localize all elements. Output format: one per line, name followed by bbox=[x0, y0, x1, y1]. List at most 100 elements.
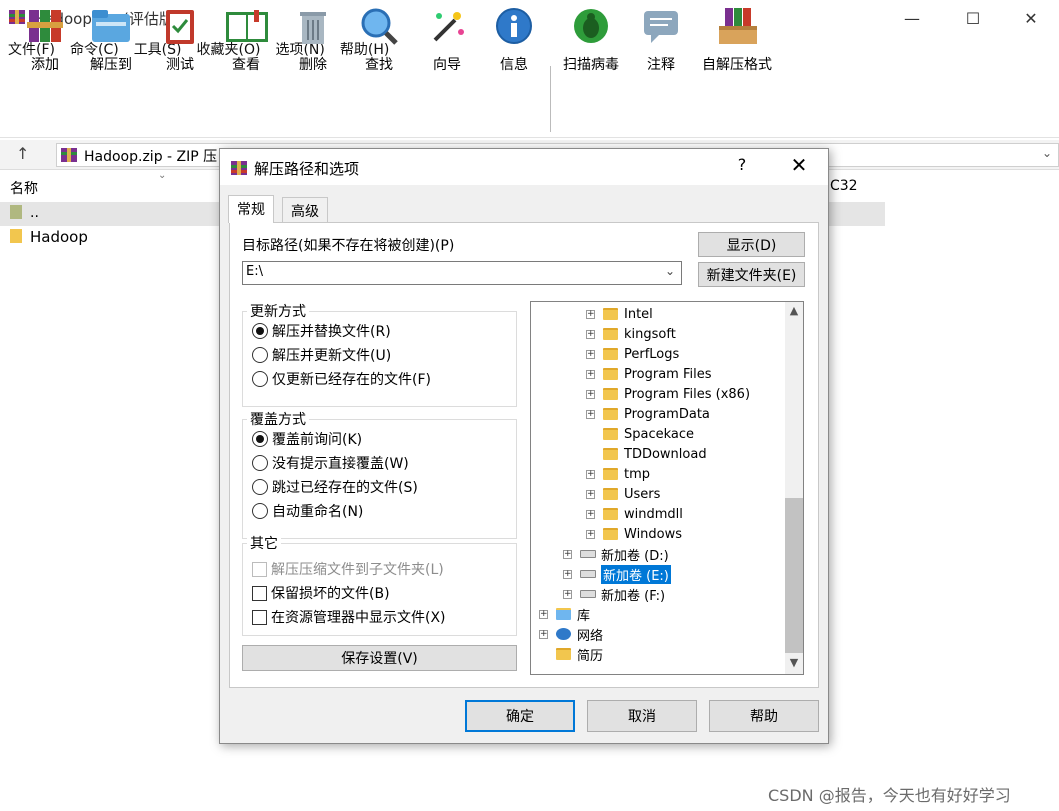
tree-item-libraries[interactable]: + 库 bbox=[539, 604, 590, 624]
tree-item-drive-e-selected[interactable]: + 新加卷 (E:) bbox=[563, 564, 671, 584]
tree-item-tmp[interactable]: + tmp bbox=[586, 464, 650, 484]
sfx-box-icon bbox=[715, 4, 759, 48]
expand-icon[interactable]: + bbox=[586, 409, 595, 419]
tab-panel: 目标路径(如果不存在将被创建)(P) E:\ ⌄ 显示(D) 新建文件夹(E) … bbox=[229, 222, 819, 688]
view-button[interactable]: 查看 bbox=[220, 4, 272, 74]
folder-icon bbox=[603, 368, 618, 380]
radio-button[interactable] bbox=[252, 503, 268, 519]
dialog-help-button[interactable]: ? bbox=[730, 155, 754, 179]
expand-icon[interactable]: + bbox=[586, 309, 595, 319]
tree-item-drive-f[interactable]: + 新加卷 (F:) bbox=[563, 584, 665, 604]
winrar-dialog-icon bbox=[230, 159, 248, 177]
expand-icon[interactable]: + bbox=[563, 549, 572, 559]
radio-button[interactable] bbox=[252, 347, 268, 363]
update-option-update[interactable]: 解压并更新文件(U) bbox=[252, 343, 431, 367]
tree-item-windows[interactable]: + Windows bbox=[586, 524, 682, 544]
column-name[interactable]: 名称 bbox=[10, 178, 38, 198]
extract-dialog: 解压路径和选项 ? ✕ 常规 高级 目标路径(如果不存在将被创建)(P) E:\… bbox=[219, 148, 829, 744]
address-dropdown-chevron-icon[interactable]: ⌄ bbox=[1042, 146, 1052, 160]
overwrite-option-rename[interactable]: 自动重命名(N) bbox=[252, 499, 418, 523]
tree-item-kingsoft[interactable]: + kingsoft bbox=[586, 324, 676, 344]
parent-folder-icon bbox=[10, 205, 22, 219]
radio-button[interactable] bbox=[252, 479, 268, 495]
expand-icon[interactable]: + bbox=[586, 509, 595, 519]
info-icon bbox=[492, 4, 536, 48]
misc-option-show-in-explorer[interactable]: 在资源管理器中显示文件(X) bbox=[252, 605, 446, 629]
tab-advanced[interactable]: 高级 bbox=[282, 197, 328, 223]
overwrite-option-silent[interactable]: 没有提示直接覆盖(W) bbox=[252, 451, 418, 475]
help-button[interactable]: 帮助 bbox=[709, 700, 819, 732]
info-button[interactable]: 信息 bbox=[492, 4, 536, 74]
wizard-button[interactable]: 向导 bbox=[424, 4, 470, 74]
minimize-button[interactable]: — bbox=[889, 0, 935, 36]
add-button[interactable]: 添加 bbox=[22, 4, 68, 74]
test-button[interactable]: 测试 bbox=[158, 4, 202, 74]
checkbox[interactable] bbox=[252, 609, 267, 625]
update-option-existing-only[interactable]: 仅更新已经存在的文件(F) bbox=[252, 367, 431, 391]
expand-icon[interactable]: + bbox=[539, 629, 548, 639]
expand-icon[interactable]: + bbox=[586, 349, 595, 359]
tree-item-resume[interactable]: 简历 bbox=[539, 644, 603, 664]
tree-item-program-files[interactable]: + Program Files bbox=[586, 364, 712, 384]
radio-button[interactable] bbox=[252, 431, 268, 447]
cancel-button[interactable]: 取消 bbox=[587, 700, 697, 732]
checkbox[interactable] bbox=[252, 585, 267, 601]
show-button[interactable]: 显示(D) bbox=[698, 232, 805, 257]
expand-icon[interactable]: + bbox=[586, 369, 595, 379]
dest-path-value: E:\ bbox=[246, 264, 263, 279]
tree-item-network[interactable]: + 网络 bbox=[539, 624, 603, 644]
comment-button[interactable]: 注释 bbox=[640, 4, 682, 74]
ok-button[interactable]: 确定 bbox=[465, 700, 575, 732]
delete-button[interactable]: 删除 bbox=[292, 4, 334, 74]
overwrite-option-skip[interactable]: 跳过已经存在的文件(S) bbox=[252, 475, 418, 499]
dest-dropdown-chevron-icon[interactable]: ⌄ bbox=[665, 264, 675, 278]
dest-path-label: 目标路径(如果不存在将被创建)(P) bbox=[242, 238, 455, 254]
folder-tree[interactable]: + Intel + kingsoft + PerfLogs + Program File… bbox=[530, 301, 804, 675]
close-button[interactable]: ✕ bbox=[1008, 0, 1054, 36]
folder-icon bbox=[603, 388, 618, 400]
tree-item-intel[interactable]: + Intel bbox=[586, 304, 653, 324]
save-settings-button[interactable]: 保存设置(V) bbox=[242, 645, 517, 671]
expand-icon[interactable]: + bbox=[586, 389, 595, 399]
tree-item-perflogs[interactable]: + PerfLogs bbox=[586, 344, 679, 364]
expand-icon[interactable]: + bbox=[586, 489, 595, 499]
scroll-up-icon[interactable]: ▲ bbox=[785, 304, 803, 317]
tree-item-tddownload[interactable]: TDDownload bbox=[586, 444, 707, 464]
tree-item-programdata[interactable]: + ProgramData bbox=[586, 404, 710, 424]
up-arrow-icon[interactable]: ↑ bbox=[16, 144, 36, 164]
overwrite-option-ask[interactable]: 覆盖前询问(K) bbox=[252, 427, 418, 451]
tree-item-spacekace[interactable]: Spacekace bbox=[586, 424, 694, 444]
archive-books-icon bbox=[23, 4, 67, 48]
radio-button[interactable] bbox=[252, 455, 268, 471]
update-option-replace[interactable]: 解压并替换文件(R) bbox=[252, 319, 431, 343]
sfx-button[interactable]: 自解压格式 bbox=[698, 4, 776, 74]
dialog-close-button[interactable]: ✕ bbox=[782, 153, 816, 181]
speech-bubble-icon bbox=[639, 4, 683, 48]
magnifier-icon bbox=[357, 4, 401, 48]
scroll-down-icon[interactable]: ▼ bbox=[785, 656, 803, 669]
misc-option-keep-broken[interactable]: 保留损坏的文件(B) bbox=[252, 581, 446, 605]
tree-item-users[interactable]: + Users bbox=[586, 484, 660, 504]
new-folder-button[interactable]: 新建文件夹(E) bbox=[698, 262, 805, 287]
expand-icon[interactable]: + bbox=[586, 329, 595, 339]
folder-icon bbox=[603, 508, 618, 520]
expand-icon[interactable]: + bbox=[539, 609, 548, 619]
tree-item-windmdll[interactable]: + windmdll bbox=[586, 504, 683, 524]
tree-scrollbar-thumb[interactable] bbox=[785, 498, 803, 653]
expand-icon[interactable]: + bbox=[586, 529, 595, 539]
expand-icon[interactable]: + bbox=[563, 589, 572, 599]
tree-item-program-files-x86[interactable]: + Program Files (x86) bbox=[586, 384, 750, 404]
column-crc32[interactable]: C32 bbox=[830, 178, 858, 194]
expand-icon[interactable]: + bbox=[563, 569, 572, 579]
folder-icon bbox=[603, 488, 618, 500]
virus-scan-button[interactable]: 扫描病毒 bbox=[560, 4, 622, 74]
tab-general[interactable]: 常规 bbox=[228, 195, 274, 223]
expand-icon[interactable]: + bbox=[586, 469, 595, 479]
find-button[interactable]: 查找 bbox=[356, 4, 402, 74]
radio-button[interactable] bbox=[252, 371, 268, 387]
radio-button[interactable] bbox=[252, 323, 268, 339]
maximize-button[interactable]: ☐ bbox=[950, 0, 996, 36]
tree-item-drive-d[interactable]: + 新加卷 (D:) bbox=[563, 544, 669, 564]
dest-path-combobox[interactable] bbox=[242, 261, 682, 285]
extract-to-button[interactable]: 解压到 bbox=[86, 4, 136, 74]
